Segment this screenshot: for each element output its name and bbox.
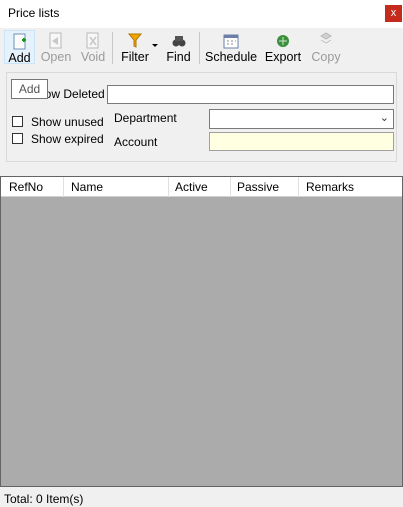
toolbar-separator — [199, 32, 200, 64]
title-bar: Price lists x — [0, 0, 403, 28]
filter-button[interactable]: Filter — [118, 30, 152, 64]
open-button-label: Open — [40, 50, 72, 64]
add-button[interactable]: Add — [4, 30, 35, 65]
void-document-icon — [86, 32, 99, 49]
column-header-active[interactable]: Active — [175, 180, 208, 194]
column-separator — [230, 177, 231, 197]
add-document-icon — [13, 33, 26, 50]
open-button[interactable]: Open — [39, 30, 73, 64]
account-field[interactable] — [209, 132, 394, 151]
copy-icon — [320, 32, 332, 44]
column-header-refno[interactable]: RefNo — [9, 180, 43, 194]
filter-button-label: Filter — [121, 50, 149, 64]
price-list-grid[interactable]: RefNo Name Active Passive Remarks — [0, 176, 403, 487]
close-button[interactable]: x — [385, 5, 402, 22]
schedule-button[interactable]: Schedule — [205, 30, 257, 64]
export-button[interactable]: Export — [263, 30, 303, 64]
column-header-passive[interactable]: Passive — [237, 180, 279, 194]
status-text: Total: 0 Item(s) — [4, 492, 84, 506]
add-button-label: Add — [8, 51, 31, 65]
filter-dropdown-icon[interactable] — [152, 44, 158, 47]
toolbar: Add Open Void Filter Find Schedule Expor… — [0, 28, 403, 66]
price-lists-window: Price lists x Add Open Void Filter Find … — [0, 0, 403, 507]
column-separator — [298, 177, 299, 197]
chevron-down-icon: ⌄ — [379, 112, 389, 124]
filter-funnel-icon — [127, 33, 143, 48]
show-unused-checkbox[interactable] — [12, 116, 23, 127]
export-button-label: Export — [264, 50, 302, 64]
column-header-remarks[interactable]: Remarks — [306, 180, 354, 194]
void-button-label: Void — [80, 50, 106, 64]
show-expired-label: Show expired — [31, 132, 104, 146]
column-separator — [168, 177, 169, 197]
binoculars-icon — [172, 36, 185, 47]
schedule-button-label: Schedule — [205, 50, 258, 64]
add-tooltip: Add — [11, 79, 48, 99]
copy-button[interactable]: Copy — [309, 30, 343, 64]
show-expired-checkbox[interactable] — [12, 133, 23, 144]
find-button-label: Find — [166, 50, 191, 64]
column-separator — [63, 177, 64, 197]
calendar-icon — [223, 34, 239, 49]
show-unused-label: Show unused — [31, 115, 104, 129]
grid-header: RefNo Name Active Passive Remarks — [1, 177, 402, 197]
search-input[interactable] — [107, 85, 394, 104]
filter-panel: Show Deleted Show unused Show expired De… — [6, 72, 397, 162]
void-button[interactable]: Void — [78, 30, 108, 64]
column-header-name[interactable]: Name — [71, 180, 103, 194]
export-globe-icon — [277, 35, 289, 47]
open-document-icon — [49, 32, 62, 49]
copy-button-label: Copy — [311, 50, 341, 64]
department-label: Department — [114, 111, 177, 125]
account-label: Account — [114, 135, 158, 149]
find-button[interactable]: Find — [165, 30, 192, 64]
toolbar-separator — [112, 32, 113, 64]
window-title: Price lists — [8, 6, 60, 20]
department-select[interactable]: ⌄ — [209, 109, 394, 129]
